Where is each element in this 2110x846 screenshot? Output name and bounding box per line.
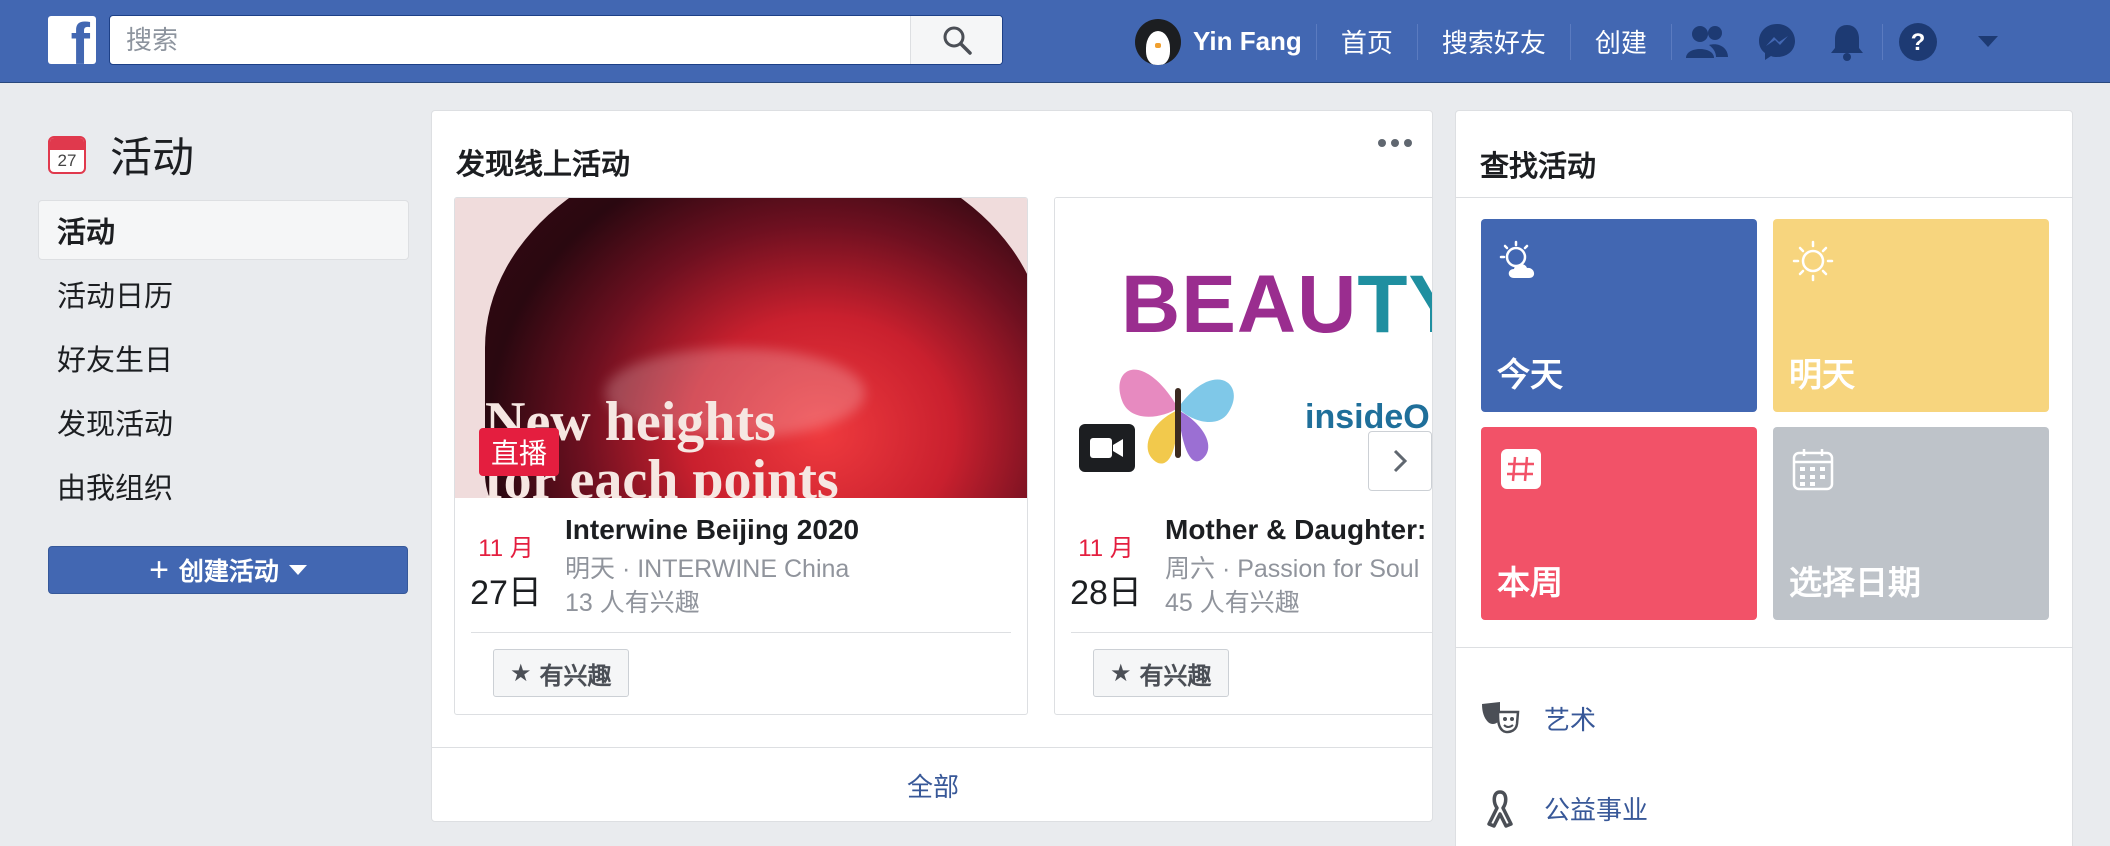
category-arts[interactable]: 艺术 [1480, 693, 1596, 743]
chevron-right-icon [1393, 449, 1408, 473]
star-icon: ★ [1110, 659, 1132, 687]
nav-create-link[interactable]: 创建 [1571, 0, 1671, 83]
category-causes[interactable]: 公益事业 [1480, 783, 1648, 833]
video-badge [1079, 424, 1135, 472]
messenger-icon [1758, 23, 1795, 60]
tile-today[interactable]: 今天 [1481, 219, 1757, 412]
caret-down-icon [288, 565, 307, 575]
event-info: 11 月 28日 Mother & Daughter: Beauty Insid… [1055, 498, 1432, 714]
sun-icon [1789, 237, 1837, 285]
top-nav-right: Yin Fang 首页 搜索好友 创建 ? [1135, 0, 2023, 83]
event-card[interactable]: New heights for each points 直播 11 月 27日 … [454, 197, 1028, 715]
tile-choose-date[interactable]: 选择日期 [1773, 427, 2049, 620]
sidebar-item-events[interactable]: 活动 [38, 200, 409, 260]
tile-tomorrow[interactable]: 明天 [1773, 219, 2049, 412]
sidebar-menu: 活动 活动日历 好友生日 发现活动 由我组织 [38, 200, 409, 520]
sidebar-item-hosting[interactable]: 由我组织 [38, 456, 409, 516]
discover-online-events-card: 发现线上活动 New heights for each points 直播 11… [431, 110, 1433, 822]
theater-masks-icon [1480, 698, 1520, 738]
partly-cloudy-icon [1497, 237, 1545, 285]
event-meta: 周六 · Passion for Soul 45 人有兴趣 [1165, 555, 1420, 617]
chevron-down-icon [1977, 35, 1998, 47]
account-menu-button[interactable] [1953, 0, 2023, 83]
search-icon [943, 26, 972, 55]
friends-icon [1685, 25, 1728, 58]
bell-icon [1830, 24, 1863, 61]
event-date: 11 月 27日 [470, 535, 542, 612]
create-event-label: 创建活动 [178, 558, 279, 586]
facebook-logo-icon[interactable]: f [48, 16, 96, 64]
event-card[interactable]: BEAUTY insideO [1054, 197, 1432, 715]
section-title: 发现线上活动 [456, 149, 631, 181]
svg-text:?: ? [1911, 29, 1926, 56]
user-name: Yin Fang [1193, 26, 1302, 56]
messenger-button[interactable] [1742, 0, 1812, 83]
section-title: 查找活动 [1480, 151, 1597, 183]
profile-link[interactable]: Yin Fang [1135, 0, 1316, 83]
tile-this-week[interactable]: 本周 [1481, 427, 1757, 620]
hashtag-calendar-icon [1497, 445, 1545, 493]
top-navigation-bar: f Yin Fang 首页 搜索好友 创建 [0, 0, 2110, 83]
search-box [109, 15, 1003, 65]
live-badge: 直播 [479, 428, 560, 476]
help-button[interactable]: ? [1883, 0, 1953, 83]
avatar [1135, 18, 1181, 65]
event-date: 11 月 28日 [1070, 535, 1142, 612]
calendar-grid-icon [1789, 445, 1837, 493]
event-info: 11 月 27日 Interwine Beijing 2020 明天 · INT… [455, 498, 1027, 714]
event-cover-image[interactable]: New heights for each points 直播 [455, 198, 1027, 498]
sidebar-item-calendar[interactable]: 活动日历 [38, 264, 409, 324]
more-options-icon[interactable] [1378, 139, 1412, 147]
ribbon-icon [1480, 788, 1520, 828]
nav-home-link[interactable]: 首页 [1317, 0, 1417, 83]
sidebar-item-discover[interactable]: 发现活动 [38, 392, 409, 452]
create-event-button[interactable]: + 创建活动 [48, 546, 408, 594]
sidebar-header: 27 活动 [48, 124, 194, 185]
help-icon: ? [1898, 22, 1937, 61]
search-button[interactable] [910, 16, 1002, 64]
calendar-icon: 27 [48, 135, 86, 174]
sidebar-item-birthdays[interactable]: 好友生日 [38, 328, 409, 388]
page-title: 活动 [110, 134, 195, 181]
video-camera-icon [1090, 438, 1123, 458]
event-meta: 明天 · INTERWINE China 13 人有兴趣 [565, 555, 850, 617]
nav-find-friends-link[interactable]: 搜索好友 [1418, 0, 1570, 83]
notifications-button[interactable] [1812, 0, 1882, 83]
star-icon: ★ [510, 659, 532, 687]
search-input[interactable] [110, 16, 910, 64]
see-all-link[interactable]: 全部 [432, 747, 1432, 821]
event-cover-image[interactable]: BEAUTY insideO [1055, 198, 1432, 498]
carousel-next-button[interactable] [1368, 431, 1432, 491]
friend-requests-button[interactable] [1672, 0, 1742, 83]
interested-button[interactable]: ★ 有兴趣 [493, 649, 629, 697]
interested-button[interactable]: ★ 有兴趣 [1093, 649, 1229, 697]
plus-icon: + [149, 551, 169, 589]
event-title[interactable]: Mother & Daughter: Beauty Inside Out [1165, 514, 1432, 546]
events-carousel: New heights for each points 直播 11 月 27日 … [454, 197, 1432, 715]
find-events-card: 查找活动 今天 明天 本周 选择日期 艺术 公益事业 [1455, 110, 2073, 846]
event-title[interactable]: Interwine Beijing 2020 [565, 514, 859, 546]
